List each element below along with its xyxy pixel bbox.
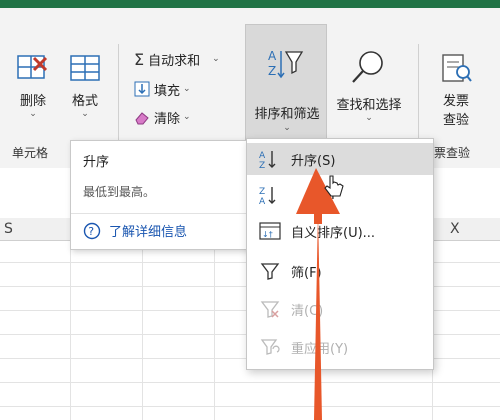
chevron-down-icon: ⌄ [365,113,373,123]
format-label: 格式 [71,94,98,109]
menu-item-label: 重应用(Y) [291,341,349,357]
tooltip-description: 最低到最高。 [83,185,156,199]
svg-text:Z: Z [268,64,276,78]
menu-item-filter[interactable]: 筛(F) [247,255,433,287]
invoice-group-label: 票查验 [434,146,471,160]
column-header-s[interactable]: S [4,221,13,237]
autosum-label: 自动求和 [148,53,201,69]
reapply-icon [259,337,281,357]
chevron-down-icon: ⌄ [81,109,89,119]
chevron-down-icon: ⌄ [29,109,37,119]
clear-label: 清除 [154,111,181,127]
grid-line [70,240,71,420]
fill-button[interactable]: 填充 ⌄ [134,78,191,100]
learn-more-label: 了解详细信息 [109,225,188,240]
column-header-x[interactable]: X [450,221,460,237]
custom-sort-icon: ↓† [259,221,281,241]
sigma-icon: Σ [134,49,145,69]
menu-item-custom-sort[interactable]: ↓† 自义排序(U)... [247,215,433,247]
clear-filter-icon [259,299,281,319]
format-cells-icon [70,55,100,81]
find-select-label: 查找和选择 [336,98,402,113]
invoice-search-icon [442,54,472,82]
delete-button[interactable]: 删除 ⌄ [10,52,56,119]
delete-cells-icon [17,55,48,79]
svg-text:?: ? [88,225,94,238]
invoice-check-button[interactable]: 发票 查验 [428,52,484,128]
find-select-button[interactable]: 查找和选择 ⌄ [328,48,410,123]
format-button[interactable]: 格式 ⌄ [62,52,108,119]
delete-label: 删除 [19,94,46,109]
tooltip-title: 升序 [83,155,110,170]
sort-descending-icon: ZA [259,184,281,206]
menu-item-reapply: 重应用(Y) [247,331,433,363]
svg-text:A: A [259,151,266,161]
learn-more-link[interactable]: ? 了解详细信息 [83,221,187,240]
fill-label: 填充 [154,83,181,99]
sort-filter-button[interactable]: A Z 排序和筛选 ⌄ [245,24,327,144]
grid-line [0,406,500,407]
sort-filter-menu: AZ 升序(S) ZA F ↓† 自义排序(U)... 筛(F) 清(C) 重应… [246,138,434,370]
help-icon: ? [83,222,101,239]
sort-filter-icon: A Z [268,49,304,79]
grid-line [214,240,215,420]
sort-tooltip: 升序 最低到最高。 ? 了解详细信息 [70,140,250,250]
chevron-down-icon: ⌄ [183,84,191,94]
svg-text:A: A [259,197,266,206]
invoice-line2: 查验 [442,113,469,128]
magnifier-icon [352,51,383,83]
menu-item-sort-ascending[interactable]: AZ 升序(S) [247,143,433,175]
menu-item-label: 清(C) [291,303,324,319]
clear-button[interactable]: 清除 ⌄ [134,106,191,128]
title-bar-strip [0,0,500,8]
svg-text:↓†: ↓† [262,230,273,239]
grid-line [0,382,500,383]
chevron-down-icon: ⌄ [183,112,191,122]
chevron-down-icon: ⌄ [283,123,291,133]
sort-ascending-icon: AZ [259,148,281,170]
autosum-button[interactable]: Σ 自动求和 ⌄ [134,48,220,70]
sort-filter-label: 排序和筛选 [254,107,320,122]
fill-down-icon [134,81,150,97]
eraser-icon [135,112,149,125]
menu-item-clear-filter: 清(C) [247,293,433,325]
svg-text:A: A [268,49,277,63]
filter-icon [259,261,281,281]
tooltip-divider [71,213,249,214]
svg-text:Z: Z [259,187,265,197]
menu-item-label: 升序(S) [291,153,336,169]
menu-item-label: 自义排序(U)... [291,225,376,241]
svg-text:Z: Z [259,161,265,170]
grid-line [142,240,143,420]
hand-cursor-icon [324,175,344,197]
menu-item-label: 筛(F) [291,265,322,281]
chevron-down-icon: ⌄ [212,54,220,64]
cells-group-label: 单元格 [12,146,49,160]
invoice-line1: 发票 [442,94,469,109]
